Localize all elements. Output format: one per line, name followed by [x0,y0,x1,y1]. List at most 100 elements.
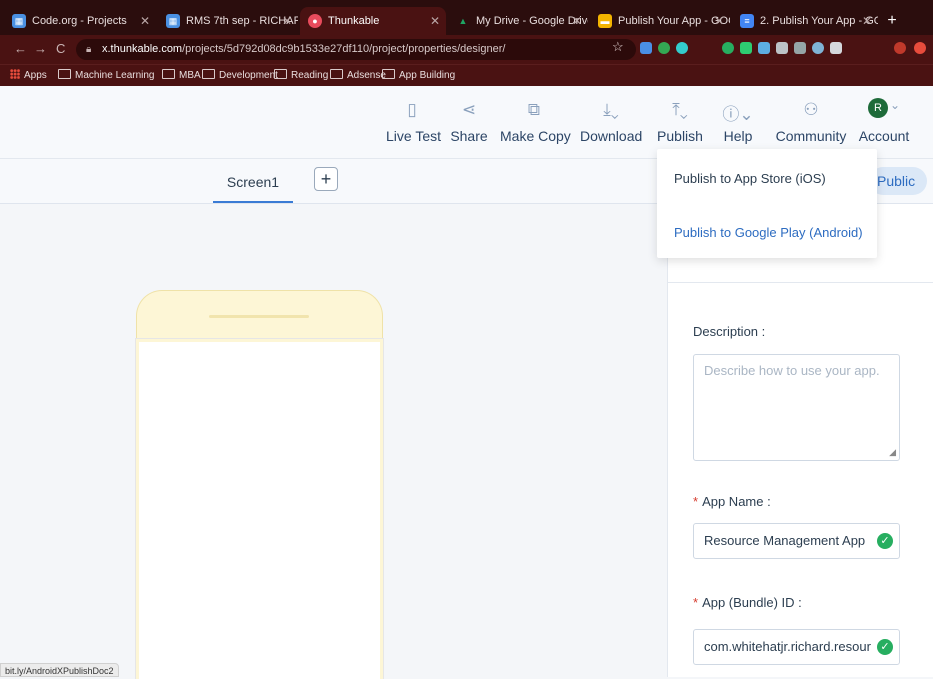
publish-button[interactable]: ⤒⌄ Publish [656,86,704,158]
description-textarea[interactable]: Describe how to use your app. ◢ [693,354,900,461]
close-icon[interactable]: ✕ [282,7,292,35]
bundle-id-input[interactable]: com.whitehatjr.richard.resour ✓ [693,629,900,665]
url-host: x.thunkable.com [102,43,183,55]
publish-icon: ⤒⌄ [672,100,688,119]
extension-icon[interactable] [676,42,688,54]
properties-panel: Description : Describe how to use your a… [667,204,933,677]
copy-icon: ⧉ [527,100,541,119]
forward-icon[interactable]: → [34,41,47,56]
resize-handle-icon[interactable]: ◢ [889,447,896,458]
phone-screen[interactable] [135,338,384,679]
close-icon[interactable]: ✕ [140,7,150,35]
extension-icon[interactable] [740,42,752,54]
extension-icon[interactable] [640,42,652,54]
share-button[interactable]: ⋖ Share [450,86,488,158]
extension-icon[interactable] [722,42,734,54]
extension-icon[interactable] [758,42,770,54]
tab-screen1[interactable]: Screen1 [213,159,293,203]
folder-icon [202,69,215,79]
docs-icon: ≡ [740,14,754,28]
extension-icon[interactable] [794,42,806,54]
extension-icon[interactable] [914,42,926,54]
folder-icon [58,69,71,79]
app-name-input[interactable]: Resource Management App ✓ [693,523,900,559]
extension-icon[interactable] [658,42,670,54]
live-test-button[interactable]: ▯ Live Test [386,86,441,158]
bookmark-folder[interactable]: Reading [274,69,328,81]
bookmark-folder[interactable]: MBA [162,69,201,81]
browser-tab-drive[interactable]: ▲ My Drive - Google Drive ✕ [448,7,588,35]
folder-icon [162,69,175,79]
share-icon: ⋖ [461,100,477,119]
close-icon[interactable]: ✕ [572,7,582,35]
bookmark-label: Reading [291,70,329,81]
make-copy-button[interactable]: ⧉ Make Copy [500,86,571,158]
browser-tab-rms[interactable]: ▦ RMS 7th sep - RICHARD - A ✕ [158,7,298,35]
account-button[interactable]: R ⌄ Account [856,86,912,158]
app-name-label: * App Name : [693,494,771,509]
address-bar[interactable]: 🔒︎ x.thunkable.com/projects/5d792d08dc9b… [76,39,636,60]
info-icon: ⓘ⌄ [722,105,754,124]
extension-icon[interactable] [830,42,842,54]
tab-title: 2. Publish Your App - GOOG [760,15,878,27]
browser-tab-bar: ▦ Code.org - Projects ✕ ▦ RMS 7th sep - … [0,0,933,35]
folder-icon [330,69,343,79]
close-icon[interactable]: ✕ [430,7,440,35]
nav-label: Publish [657,128,703,144]
new-tab-button[interactable]: + [880,9,904,33]
community-icon: ⚇ [803,100,819,119]
nav-label: Make Copy [500,128,571,144]
nav-label: Live Test [386,128,441,144]
browser-tab-publish-docs[interactable]: ≡ 2. Publish Your App - GOOG ✕ [732,7,878,35]
browser-tab-thunkable[interactable]: ● Thunkable ✕ [300,7,446,35]
avatar: R [868,98,888,118]
bookmark-label: Machine Learning [75,70,155,81]
thunkable-icon: ● [308,14,322,28]
description-placeholder: Describe how to use your app. [704,363,880,378]
browser-tab-codeorg[interactable]: ▦ Code.org - Projects ✕ [4,7,156,35]
nav-label: Account [858,128,910,144]
bookmark-star-icon[interactable]: ☆ [612,39,624,55]
nav-label: Download [580,128,643,144]
browser-tab-publish-slides[interactable]: ▬ Publish Your App - GOOGLE ✕ [590,7,730,35]
help-button[interactable]: ⓘ⌄ Help [718,86,758,158]
public-button[interactable]: Public [869,167,927,195]
bookmark-folder[interactable]: Development [202,69,278,81]
publish-android-menu-item[interactable]: Publish to Google Play (Android) [674,225,863,240]
bookmark-apps[interactable]: Apps [10,69,47,81]
download-button[interactable]: ⤓⌄ Download [580,86,642,158]
nav-label: Community [775,128,847,144]
bookmark-folder[interactable]: Machine Learning [58,69,155,81]
app-name-value: Resource Management App [704,533,866,548]
profile-icon[interactable] [894,42,906,54]
bookmark-folder[interactable]: Adsense [330,69,386,81]
bundle-id-value: com.whitehatjr.richard.resour [704,639,871,654]
extension-icon[interactable] [812,42,824,54]
url-path: /projects/5d792d08dc9b1533e27df110/proje… [182,43,506,55]
close-icon[interactable]: ✕ [714,7,724,35]
bookmark-label: MBA [179,70,201,81]
bookmarks-bar: Apps Machine Learning MBA Development Re… [0,64,933,86]
codeorg-icon: ▦ [166,14,180,28]
phone-frame-top [136,290,383,342]
back-icon[interactable]: ← [14,41,27,56]
close-icon[interactable]: ✕ [862,7,872,35]
phone-icon: ▯ [407,100,417,119]
add-screen-button[interactable]: + [314,167,338,191]
publish-dropdown-menu: Publish to App Store (iOS) Publish to Go… [657,149,877,258]
phone-speaker [209,315,309,318]
check-icon: ✓ [877,639,893,655]
codeorg-icon: ▦ [12,14,26,28]
divider [668,282,933,283]
extension-icon[interactable] [776,42,788,54]
bookmark-folder[interactable]: App Building [382,69,455,81]
community-button[interactable]: ⚇ Community [774,86,848,158]
publish-ios-menu-item[interactable]: Publish to App Store (iOS) [674,171,826,186]
tab-title: Thunkable [328,15,380,27]
bundle-id-label: * App (Bundle) ID : [693,595,802,610]
bookmark-label: Development [219,70,278,81]
slides-icon: ▬ [598,14,612,28]
reload-icon[interactable]: C [56,41,65,56]
lock-icon: 🔒︎ [86,44,92,55]
apps-grid-icon [10,69,20,79]
